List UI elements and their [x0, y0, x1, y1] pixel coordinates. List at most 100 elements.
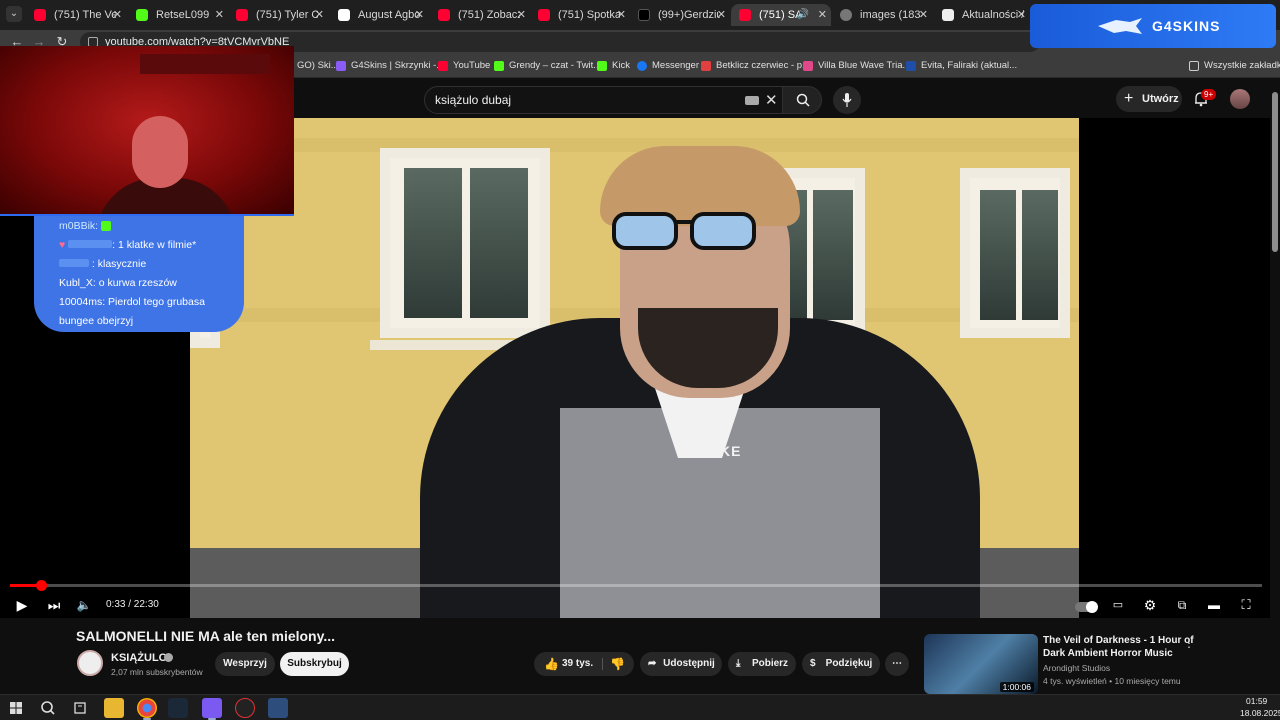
clock-time[interactable]: 01:59 [1246, 696, 1267, 706]
thumbs-down-icon[interactable]: 👎 [610, 652, 625, 676]
video-title: SALMONELLI NIE MA ale ten mielony... [76, 628, 336, 644]
close-tab-icon[interactable]: ✕ [215, 4, 224, 26]
more-options-icon[interactable]: ⋮ [1183, 636, 1195, 650]
fullscreen-icon[interactable]: ⛶ [1234, 594, 1258, 616]
all-bookmarks-folder[interactable]: Wszystkie zakładki [1189, 54, 1280, 78]
tiktok-icon [638, 9, 650, 21]
thumbs-up-icon[interactable]: 👍 [544, 652, 559, 676]
globe-icon [840, 9, 852, 21]
chat-message: bungee obejrzyj [59, 315, 134, 327]
search-input[interactable]: książulo dubaj ✕ [424, 86, 786, 114]
create-button[interactable]: + Utwórz [1116, 86, 1182, 112]
youtube-icon [438, 9, 450, 21]
subtitles-icon[interactable]: ▭ [1106, 594, 1130, 616]
tab-search-chevron-icon[interactable]: ⌄ [6, 6, 22, 22]
tab-5[interactable]: (751) Zobacz ja ✕ [430, 4, 530, 26]
bookmark-item[interactable]: Villa Blue Wave Tria... [803, 54, 910, 78]
search-button[interactable] [782, 86, 822, 114]
keyboard-icon[interactable] [745, 96, 759, 105]
task-view-icon[interactable] [70, 698, 90, 718]
support-button[interactable]: Wesprzyj [215, 652, 275, 676]
folder-icon [1189, 61, 1199, 71]
recommended-video-title[interactable]: The Veil of Darkness - 1 Hour of Dark Am… [1043, 634, 1203, 660]
close-tab-icon[interactable]: ✕ [517, 4, 526, 26]
share-button[interactable]: ➦ Udostępnij [640, 652, 722, 676]
close-tab-icon[interactable]: ✕ [818, 4, 827, 26]
youtube-icon [236, 9, 248, 21]
bookmark-item[interactable]: G4Skins | Skrzynki -... [336, 54, 444, 78]
page-scrollbar[interactable] [1270, 80, 1280, 690]
calculator-icon[interactable] [268, 698, 288, 718]
tab-4[interactable]: August Agbola ✕ [330, 4, 428, 26]
more-actions-icon[interactable]: ⋯ [885, 652, 909, 676]
bookmark-item[interactable]: YouTube [438, 54, 490, 78]
video-progress-bar[interactable] [10, 580, 1262, 591]
file-explorer-icon[interactable] [104, 698, 124, 718]
recommended-video-thumbnail[interactable]: 1:00:06 [924, 634, 1038, 694]
redacted-username [68, 240, 113, 248]
volume-icon[interactable]: 🔈 [72, 594, 96, 616]
play-icon[interactable]: ▶ [10, 594, 34, 616]
channel-avatar[interactable] [77, 650, 103, 676]
tab-3[interactable]: (751) Tyler Oliv ✕ [228, 4, 328, 26]
miniplayer-icon[interactable]: ⧉ [1170, 594, 1194, 616]
bookmark-item[interactable]: Grendy – czat - Twit... [494, 54, 601, 78]
autoplay-toggle[interactable] [1072, 594, 1100, 616]
close-tab-icon[interactable]: ✕ [717, 4, 726, 26]
channel-name[interactable]: KSIĄŻULO [111, 652, 167, 664]
clear-search-icon[interactable]: ✕ [765, 91, 778, 109]
bookmark-favicon-icon [906, 61, 916, 71]
thanks-button[interactable]: $ Podziękuj [802, 652, 880, 676]
close-tab-icon[interactable]: ✕ [113, 4, 122, 26]
video-duration: 1:00:06 [999, 682, 1034, 692]
voice-search-button[interactable] [833, 86, 861, 114]
close-tab-icon[interactable]: ✕ [919, 4, 928, 26]
recommended-video-channel[interactable]: Arondight Studios [1043, 663, 1110, 673]
tab-1[interactable]: (751) The Veil o ✕ [26, 4, 126, 26]
chrome-icon[interactable] [137, 698, 157, 720]
redacted-username [59, 259, 89, 267]
speaker-icon[interactable]: 🔊 [797, 4, 809, 26]
theater-mode-icon[interactable]: ▬ [1202, 594, 1226, 616]
g4skins-overlay-banner: G4SKINS [1030, 4, 1276, 48]
close-tab-icon[interactable]: ✕ [617, 4, 626, 26]
scrollbar-thumb[interactable] [1272, 92, 1278, 252]
download-button[interactable]: ⤓ Pobierz [728, 652, 796, 676]
steam-icon[interactable] [168, 698, 188, 718]
progress-scrubber-handle[interactable] [35, 580, 47, 591]
bookmark-item[interactable]: Kick [597, 54, 630, 78]
close-tab-icon[interactable]: ✕ [415, 4, 424, 26]
tab-6[interactable]: (751) Spotkało ✕ [530, 4, 630, 26]
webcam-person-head [132, 116, 188, 188]
g4skins-brand: G4SKINS [1152, 18, 1221, 34]
tab-9[interactable]: images (183×2 ✕ [832, 4, 932, 26]
account-avatar[interactable] [1230, 89, 1250, 109]
search-icon [796, 93, 810, 107]
autoplay-switch [1075, 601, 1098, 613]
bookmark-item[interactable]: Betklicz czerwiec - p... [701, 54, 810, 78]
video-frame[interactable]: NIKE [190, 118, 1079, 618]
window-pane [404, 168, 462, 318]
tab-8-active[interactable]: (751) SALM 🔊 ✕ [731, 4, 831, 26]
tab-10[interactable]: Aktualności / N ✕ [934, 4, 1030, 26]
subscribe-button[interactable]: Subskrybuj [280, 652, 349, 676]
bookmark-item[interactable]: Messenger [637, 54, 699, 78]
bookmark-item[interactable]: Evita, Faliraki (aktual... [906, 54, 1017, 78]
close-tab-icon[interactable]: ✕ [315, 4, 324, 26]
tab-7[interactable]: (99+)Gerdziuu ✕ [630, 4, 730, 26]
settings-gear-icon[interactable]: ⚙ [1138, 594, 1162, 616]
clock-date[interactable]: 18.08.2025 [1240, 708, 1280, 718]
next-video-icon[interactable]: ⏭ [42, 594, 66, 616]
window-pane [980, 190, 1016, 320]
obs-icon[interactable] [235, 698, 255, 718]
search-icon[interactable] [38, 698, 58, 718]
discord-icon[interactable] [202, 698, 222, 720]
building-window [380, 148, 550, 338]
windows-start-icon[interactable] [6, 698, 26, 718]
like-count[interactable]: 39 tys. [562, 652, 593, 676]
tab-2[interactable]: RetseL099 ✕ [128, 4, 228, 26]
close-tab-icon[interactable]: ✕ [1017, 4, 1026, 26]
divider [602, 658, 603, 670]
bookmark-favicon-icon [803, 61, 813, 71]
like-dislike-group: 👍 39 tys. 👎 [534, 652, 634, 676]
